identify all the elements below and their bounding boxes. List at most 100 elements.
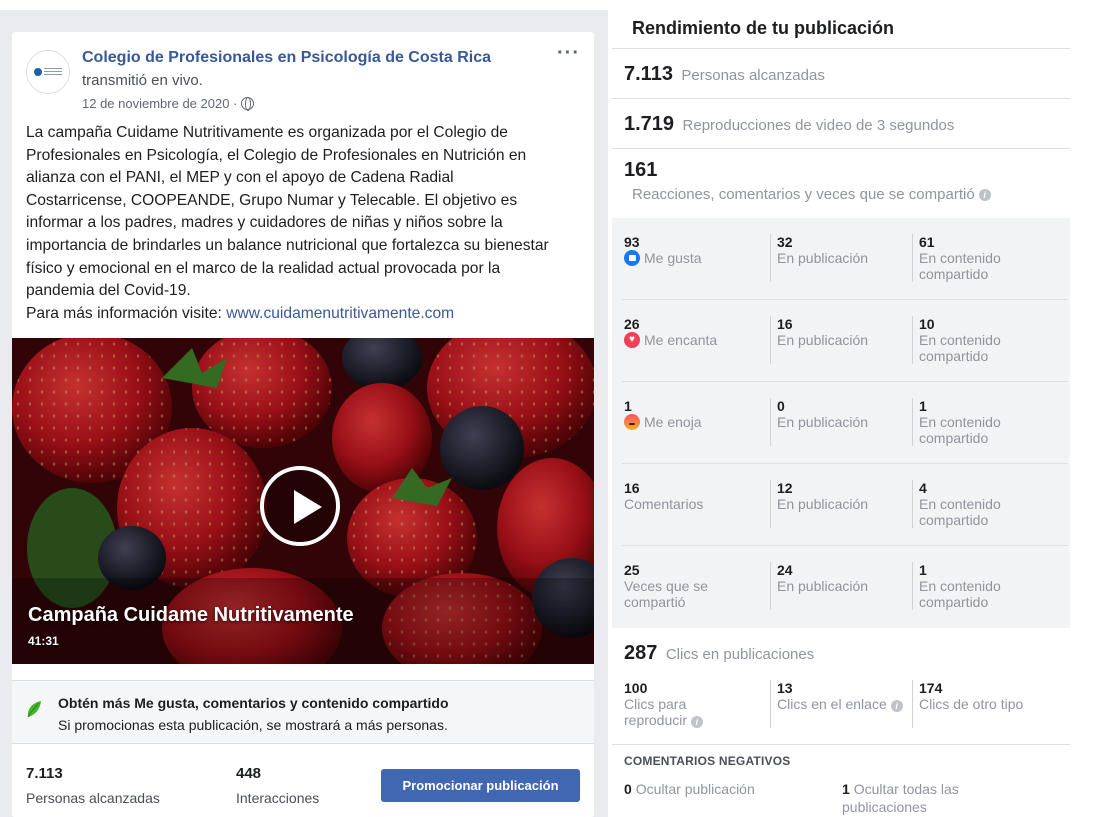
play-clicks: 100 Clics para reproducir i (624, 680, 754, 728)
like-in-shared: 61 En contenido compartido (912, 234, 1032, 282)
angry-total: 1 Me enoja (624, 398, 702, 430)
love-in-post: 16 En publicación (770, 316, 910, 364)
post-text-line: La campaña Cuidame Nutritivamente es org… (26, 124, 508, 141)
website-link[interactable]: www.cuidamenutritivamente.com (226, 305, 454, 322)
reactions-breakdown: 93 Me gusta 32 En publicación 61 En cont… (612, 218, 1070, 628)
boost-post-button[interactable]: Promocionar publicación (381, 769, 580, 802)
love-icon (624, 332, 640, 348)
interactions-stat: 448 Interacciones (236, 765, 319, 806)
like-in-shared-label: En contenido compartido (919, 250, 1001, 282)
angry-in-shared: 1 En contenido compartido (912, 398, 1032, 446)
post-date[interactable]: 12 de noviembre de 2020 · (82, 96, 237, 111)
post-card: Colegio de Profesionales en Psicología d… (12, 32, 594, 817)
video-title: Campaña Cuidame Nutritivamente (28, 604, 354, 626)
like-total-label: Me gusta (644, 250, 702, 266)
shares-total: 25 Veces que se compartió (624, 562, 744, 610)
post-text-line: informar a los padres, madres y cuidador… (26, 214, 503, 232)
engagement-row: 161 Reacciones, comentarios y veces que … (612, 148, 1070, 218)
reach-count: 7.113 (624, 63, 673, 85)
angry-in-post-label: En publicación (777, 414, 869, 430)
insights-title: Rendimiento de tu publicación (632, 18, 895, 38)
reach-value: 7.113 (26, 765, 63, 782)
interactions-value: 448 (236, 765, 262, 782)
post-text-line: pandemia del Covid-19. (26, 282, 191, 300)
play-icon[interactable] (260, 466, 340, 546)
more-options-icon[interactable]: ··· (557, 43, 580, 63)
globe-icon (241, 97, 255, 111)
comments-total-value: 16 (624, 480, 640, 496)
love-in-shared-value: 10 (919, 316, 935, 332)
reach-stat: 7.113 Personas alcanzadas (26, 765, 160, 806)
comments-in-post-label: En publicación (777, 496, 869, 512)
like-in-post-value: 32 (777, 234, 793, 250)
video-player[interactable]: Campaña Cuidame Nutritivamente 41:31 (12, 338, 594, 664)
post-text-line: Costarricense, COOPEANDE, Grupo Numar y … (26, 191, 518, 209)
engagement-count-label: Reacciones, comentarios y veces que se c… (632, 186, 975, 203)
angry-total-value: 1 (624, 398, 632, 414)
hide-all-value: 1 (842, 781, 850, 797)
comments-total-label: Comentarios (624, 496, 704, 512)
love-in-post-label: En publicación (777, 332, 869, 348)
shares-in-post: 24 En publicación (770, 562, 910, 610)
hide-post-value: 0 (624, 781, 632, 797)
page-name-link[interactable]: Colegio de Profesionales en Psicología d… (82, 49, 491, 67)
play-clicks-value: 100 (624, 680, 648, 696)
reach-count-label: Personas alcanzadas (681, 67, 825, 84)
angry-icon (624, 414, 640, 430)
reach-label: Personas alcanzadas (26, 790, 160, 806)
post-header: Colegio de Profesionales en Psicología d… (26, 43, 580, 126)
link-clicks: 13 Clics en el enlace i (770, 680, 910, 728)
hide-post-label: Ocultar publicación (635, 781, 755, 797)
reaction-row-like: 93 Me gusta 32 En publicación 61 En cont… (622, 218, 1068, 300)
clicks-breakdown: 100 Clics para reproducir i 13 Clics en … (622, 674, 1068, 744)
post-text-line: alianza con el PANI, el MEP y con el apo… (26, 169, 454, 187)
hide-all-stat: 1 Ocultar todas las publicaciones (842, 780, 1012, 816)
comments-in-shared-label: En contenido compartido (919, 496, 1001, 528)
shares-in-post-label: En publicación (777, 578, 869, 594)
views-count-label: Reproducciones de video de 3 segundos (682, 117, 955, 134)
shares-in-shared-label: En contenido compartido (919, 578, 1001, 610)
shares-row: 25 Veces que se compartió 24 En publicac… (622, 546, 1068, 628)
negative-divider (612, 744, 1070, 745)
like-icon (624, 250, 640, 266)
angry-total-label: Me enoja (644, 414, 702, 430)
info-icon[interactable]: i (890, 700, 903, 712)
like-total-value: 93 (624, 234, 640, 250)
more-info-label: Para más información visite: (26, 304, 227, 322)
link-clicks-value: 13 (777, 680, 793, 696)
love-total-label: Me encanta (644, 332, 718, 348)
engagement-count: 161 (624, 159, 658, 181)
other-clicks: 174 Clics de otro tipo (912, 680, 1062, 728)
promo-subtitle: Si promocionas esta publicación, se most… (58, 717, 448, 733)
post-text-line: Profesionales en Psicología, el Colegio … (26, 146, 527, 164)
info-icon[interactable]: i (978, 188, 991, 201)
engagement-label-row: Reacciones, comentarios y veces que se c… (624, 186, 1070, 203)
clicks-count: 287 (624, 642, 658, 664)
link-clicks-label: Clics en el enlace (777, 696, 887, 712)
shares-in-shared: 1 En contenido compartido (912, 562, 1032, 610)
info-icon[interactable]: i (690, 716, 703, 728)
comments-in-post-value: 12 (777, 480, 793, 496)
page-logo-icon (34, 67, 62, 77)
comments-in-shared-value: 4 (919, 480, 927, 496)
hide-post-stat: 0 Ocultar publicación (624, 780, 755, 798)
page-avatar[interactable] (26, 50, 70, 94)
angry-in-post: 0 En publicación (770, 398, 910, 446)
like-in-shared-value: 61 (919, 234, 935, 250)
like-in-post-label: En publicación (777, 250, 869, 266)
shares-in-shared-value: 1 (919, 562, 927, 578)
negative-feedback-title: COMENTARIOS NEGATIVOS (624, 754, 791, 768)
shares-total-label: Veces que se compartió (624, 578, 709, 610)
post-more-info: Para más información visite: www.cuidame… (26, 303, 582, 326)
other-clicks-label: Clics de otro tipo (919, 696, 1024, 712)
promo-banner: Obtén más Me gusta, comentarios y conten… (12, 680, 594, 744)
angry-total-label-row: Me enoja (624, 414, 702, 430)
reach-row: 7.113 Personas alcanzadas (612, 48, 1070, 98)
angry-in-shared-label: En contenido compartido (919, 414, 1001, 446)
comments-row: 16 Comentarios 12 En publicación 4 En co… (622, 464, 1068, 546)
views-count: 1.719 (624, 113, 675, 135)
leaf-icon (27, 701, 41, 718)
shares-in-post-value: 24 (777, 562, 793, 578)
insights-panel: Rendimiento de tu publicación 7.113 Pers… (612, 10, 1070, 817)
angry-in-shared-value: 1 (919, 398, 927, 414)
